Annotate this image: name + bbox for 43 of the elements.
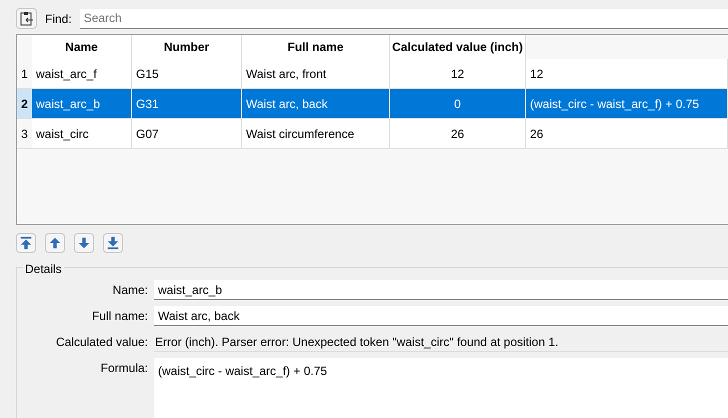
column-header[interactable]: Number: [132, 35, 242, 59]
move-button[interactable]: [16, 233, 36, 253]
row-number: 2: [17, 89, 32, 119]
calculated-value: Error (inch). Parser error: Unexpected token "waist_circ" found at position 1.: [154, 332, 728, 352]
table-row[interactable]: 3 waist_circ G07 Waist circumference 26 26: [17, 119, 728, 149]
field-label: Calculated value:: [54, 334, 148, 351]
arrow-icon: [77, 236, 91, 250]
table-cell: G07: [132, 119, 242, 149]
table-cell: waist_arc_b: [32, 89, 132, 119]
field-label: Name:: [112, 282, 148, 299]
table-cell: G15: [132, 59, 242, 89]
table-cell: Waist circumference: [242, 119, 390, 149]
paste-button[interactable]: [16, 8, 37, 29]
search-field[interactable]: Search: [80, 8, 728, 28]
column-header[interactable]: Full name: [242, 35, 390, 59]
arrow-to-edge-icon: [19, 236, 33, 250]
arrow-icon: [48, 236, 62, 250]
name-field[interactable]: waist_arc_b: [154, 280, 728, 300]
table-cell: 0: [390, 89, 526, 119]
find-label: Find:: [45, 10, 72, 28]
column-header[interactable]: Name: [32, 35, 132, 59]
table-cell: waist_circ: [32, 119, 132, 149]
table-cell: waist_arc_f: [32, 59, 132, 89]
table-cell: G31: [132, 89, 242, 119]
table-row[interactable]: 2 waist_arc_b G31 Waist arc, back 0 (waist_circ - waist_arc_f) + 0.75: [17, 89, 728, 119]
arrow-to-edge-icon: [106, 236, 120, 250]
clipboard-icon: [20, 11, 34, 26]
field-label: Full name:: [90, 308, 148, 325]
field-label: Formula:: [100, 360, 148, 377]
column-header[interactable]: Calculated value (inch): [390, 35, 526, 59]
full-name-field[interactable]: Waist arc, back: [154, 306, 728, 326]
table-cell: 26: [390, 119, 526, 149]
formula-field[interactable]: (waist_circ - waist_arc_f) + 0.75: [154, 358, 728, 418]
table-cell: 12: [390, 59, 526, 89]
move-button[interactable]: [74, 233, 94, 253]
table-cell: Waist arc, front: [242, 59, 390, 89]
table-cell: 26: [526, 119, 728, 149]
move-button[interactable]: [45, 233, 65, 253]
table-cell: 12: [526, 59, 728, 89]
table-row[interactable]: 1 waist_arc_f G15 Waist arc, front 12 12: [17, 59, 728, 89]
move-button[interactable]: [103, 233, 123, 253]
table-cell: (waist_circ - waist_arc_f) + 0.75: [526, 89, 728, 119]
table-cell: Waist arc, back: [242, 89, 390, 119]
